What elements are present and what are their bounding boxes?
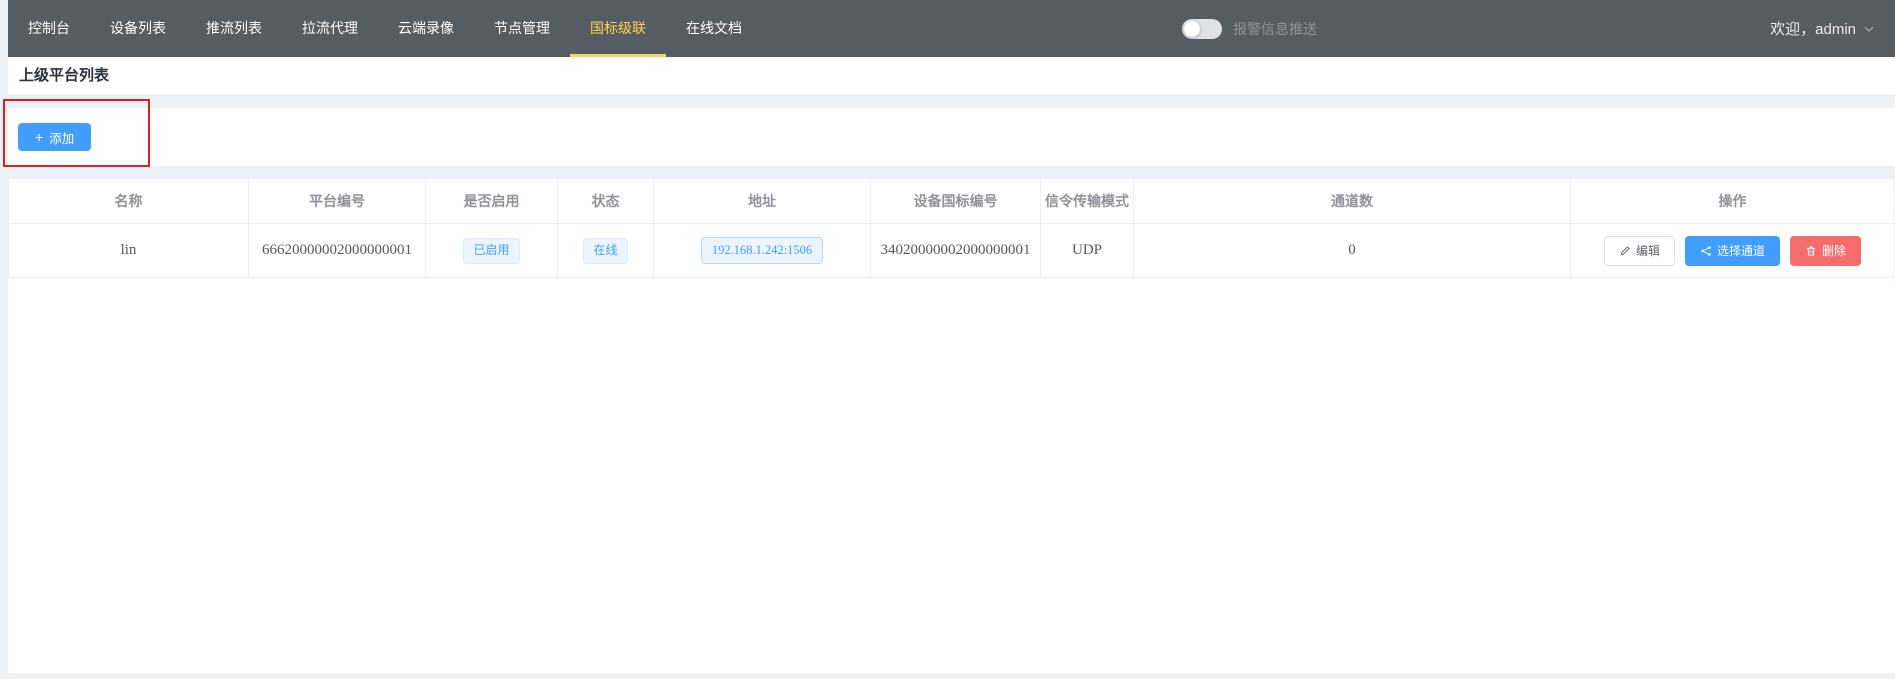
nav-item-pull-proxy[interactable]: 拉流代理 xyxy=(282,0,378,57)
cell-signal-transport: UDP xyxy=(1041,224,1134,277)
select-channel-button[interactable]: 选择通道 xyxy=(1685,236,1780,266)
pencil-icon xyxy=(1619,245,1631,257)
nav-item-node-manage[interactable]: 节点管理 xyxy=(474,0,570,57)
user-menu[interactable]: 欢迎，admin xyxy=(1770,0,1875,57)
alarm-push-label: 报警信息推送 xyxy=(1233,19,1317,39)
toolbar: + 添加 xyxy=(8,108,1895,166)
cell-name: lin xyxy=(9,224,249,277)
chevron-down-icon xyxy=(1863,23,1875,35)
cell-enabled: 已启用 xyxy=(426,224,558,277)
page-title: 上级平台列表 xyxy=(19,57,109,95)
table-header-row: 名称 平台编号 是否启用 状态 地址 设备国标编号 信令传输模式 通道数 操作 xyxy=(8,178,1895,224)
nav-item-gb-cascade[interactable]: 国标级联 xyxy=(570,0,666,57)
cell-address: 192.168.1.242:1506 xyxy=(654,224,871,277)
cell-device-gb-id: 34020000002000000001 xyxy=(871,224,1041,277)
top-navbar: 控制台 设备列表 推流列表 拉流代理 云端录像 节点管理 国标级联 在线文档 xyxy=(8,0,1895,57)
share-icon xyxy=(1700,245,1712,257)
add-button[interactable]: + 添加 xyxy=(18,123,91,151)
cell-channel-count: 0 xyxy=(1134,224,1571,277)
nav-item-cloud-record[interactable]: 云端录像 xyxy=(378,0,474,57)
nav-item-online-docs[interactable]: 在线文档 xyxy=(666,0,762,57)
enabled-badge: 已启用 xyxy=(463,238,519,264)
nav-item-device-list[interactable]: 设备列表 xyxy=(90,0,186,57)
welcome-text: 欢迎，admin xyxy=(1770,18,1856,39)
cell-platform-id: 66620000002000000001 xyxy=(249,224,426,277)
add-button-label: 添加 xyxy=(49,128,74,147)
col-header-platform-id: 平台编号 xyxy=(249,179,426,223)
page-header: 上级平台列表 xyxy=(8,57,1895,96)
col-header-channel-count: 通道数 xyxy=(1134,179,1571,223)
col-header-status: 状态 xyxy=(558,179,654,223)
select-channel-label: 选择通道 xyxy=(1717,242,1765,259)
platform-table: 名称 平台编号 是否启用 状态 地址 设备国标编号 信令传输模式 通道数 操作 … xyxy=(8,178,1895,673)
delete-button[interactable]: 删除 xyxy=(1790,236,1861,266)
plus-icon: + xyxy=(35,130,43,144)
toggle-knob-icon xyxy=(1184,21,1200,37)
nav-item-push-list[interactable]: 推流列表 xyxy=(186,0,282,57)
address-button[interactable]: 192.168.1.242:1506 xyxy=(701,237,823,264)
delete-button-label: 删除 xyxy=(1822,242,1846,259)
col-header-name: 名称 xyxy=(9,179,249,223)
cell-operations: 编辑 选择通道 删除 xyxy=(1571,224,1895,277)
status-badge: 在线 xyxy=(583,238,627,264)
col-header-device-gb-id: 设备国标编号 xyxy=(871,179,1041,223)
alarm-push-toggle[interactable] xyxy=(1182,19,1222,39)
edit-button-label: 编辑 xyxy=(1636,242,1660,259)
col-header-address: 地址 xyxy=(654,179,871,223)
table-row: lin 66620000002000000001 已启用 在线 192.168.… xyxy=(8,224,1895,278)
cell-status: 在线 xyxy=(558,224,654,277)
nav-item-console[interactable]: 控制台 xyxy=(8,0,90,57)
col-header-enabled: 是否启用 xyxy=(426,179,558,223)
alarm-push-group: 报警信息推送 xyxy=(1182,0,1317,57)
edit-button[interactable]: 编辑 xyxy=(1604,236,1675,266)
trash-icon xyxy=(1805,245,1817,257)
col-header-signal-transport: 信令传输模式 xyxy=(1041,179,1134,223)
col-header-operations: 操作 xyxy=(1571,179,1895,223)
row-actions: 编辑 选择通道 删除 xyxy=(1604,236,1861,266)
